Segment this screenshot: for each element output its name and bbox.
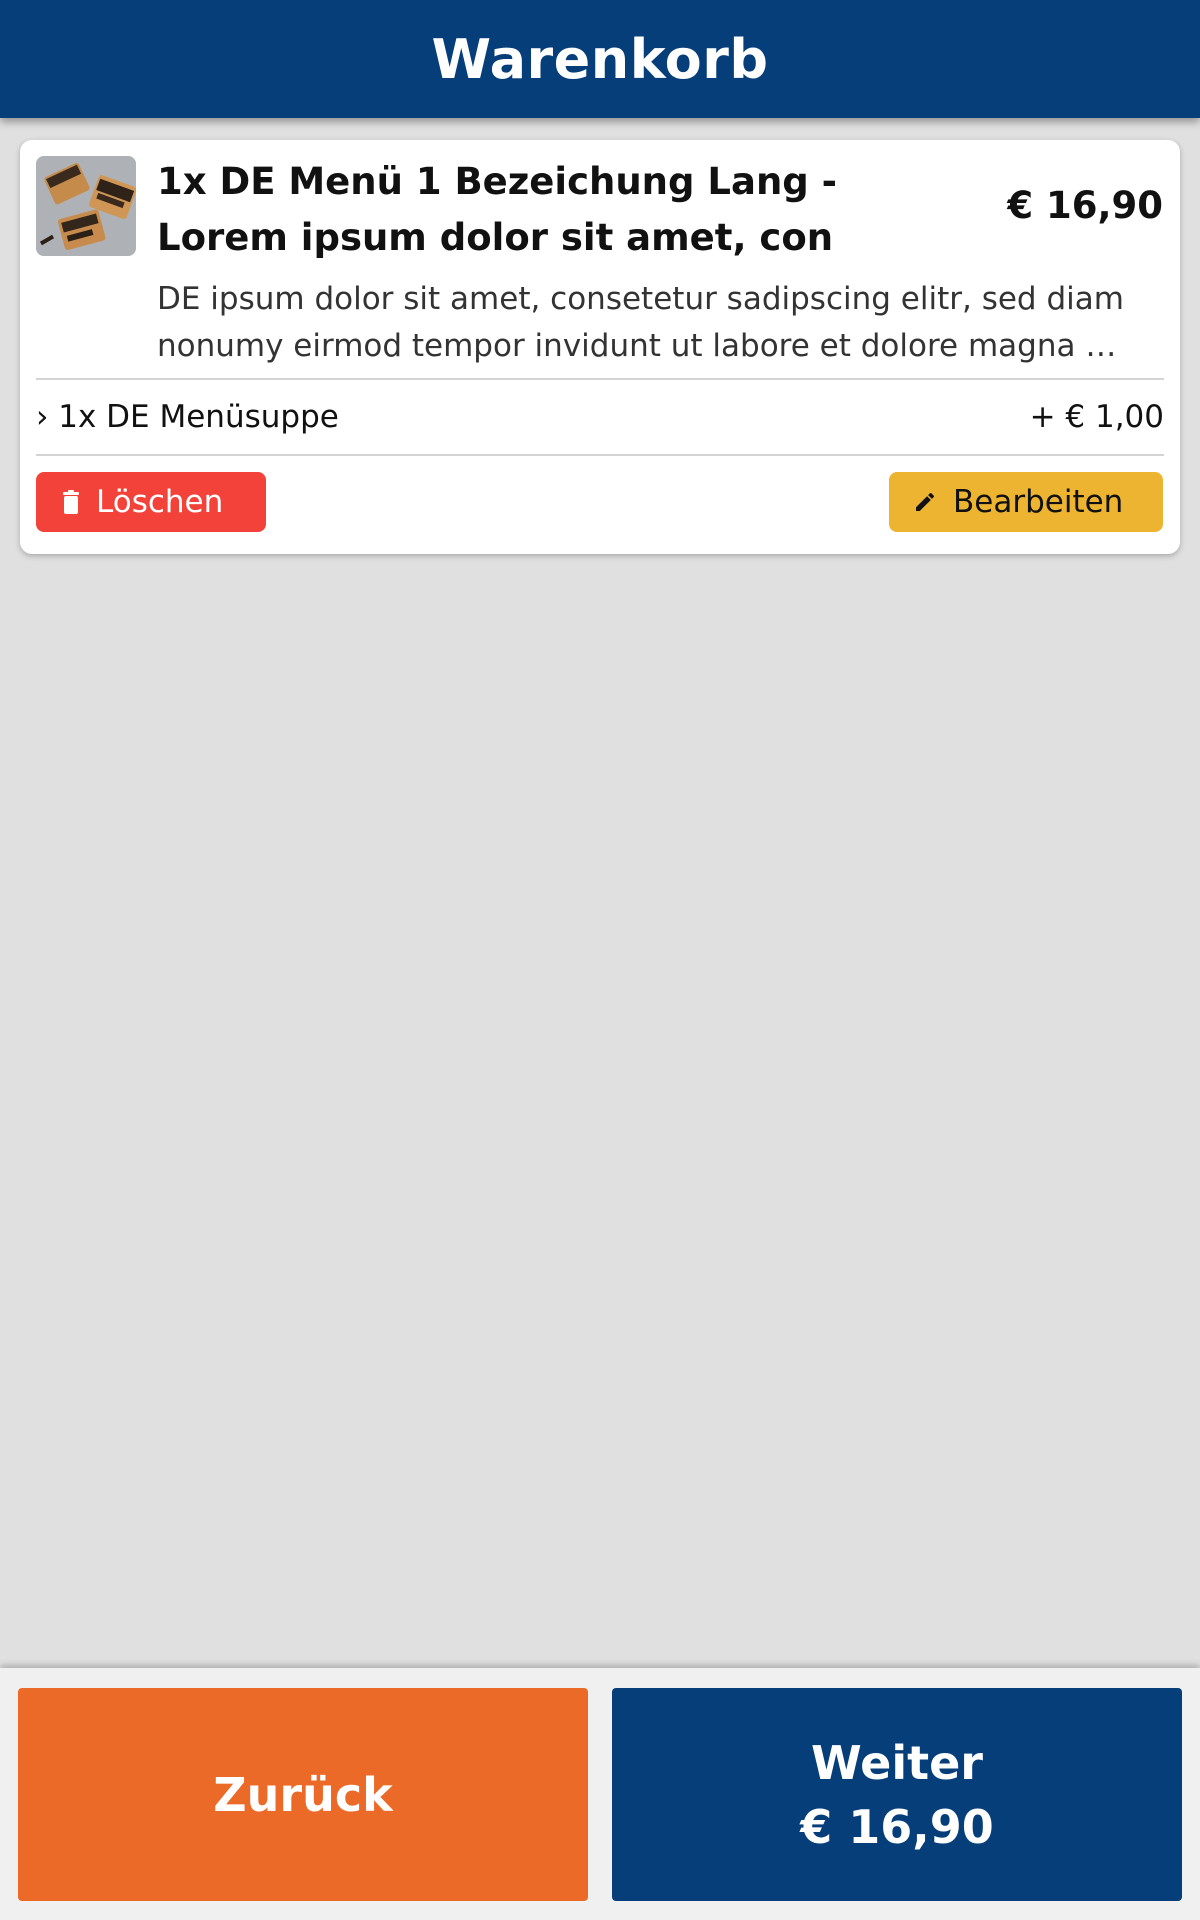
- back-button-label: Zurück: [213, 1767, 393, 1822]
- next-button-total: € 16,90: [800, 1799, 994, 1854]
- item-description-line-1: DE ipsum dolor sit amet, consetetur sadi…: [157, 281, 1124, 317]
- divider: [36, 454, 1164, 456]
- sub-item-row: › 1x DE Menüsuppe + € 1,00: [36, 380, 1164, 454]
- cart-item-card: 1x DE Menü 1 Bezeichung Lang - Lorem ips…: [20, 140, 1180, 554]
- next-button-label: Weiter: [811, 1735, 983, 1790]
- item-price: € 16,90: [1007, 184, 1163, 227]
- sub-item-price: + € 1,00: [1029, 399, 1164, 435]
- product-image: [36, 156, 136, 256]
- item-description-line-2: nonumy eirmod tempor invidunt ut labore …: [157, 328, 1117, 364]
- product-image-graphic: [36, 156, 136, 256]
- back-button[interactable]: Zurück: [18, 1688, 588, 1901]
- next-button[interactable]: Weiter € 16,90: [612, 1688, 1182, 1901]
- trash-icon: [62, 490, 80, 514]
- edit-button[interactable]: Bearbeiten: [889, 472, 1163, 532]
- item-title: 1x DE Menü 1 Bezeichung Lang - Lorem ips…: [157, 160, 838, 259]
- delete-button[interactable]: Löschen: [36, 472, 266, 532]
- pencil-icon: [913, 490, 937, 514]
- edit-button-label: Bearbeiten: [953, 484, 1124, 520]
- footer-bar: Zurück Weiter € 16,90: [0, 1668, 1200, 1920]
- delete-button-label: Löschen: [96, 484, 224, 520]
- sub-item-label: › 1x DE Menüsuppe: [36, 399, 339, 435]
- page-title: Warenkorb: [431, 27, 769, 91]
- item-description: DE ipsum dolor sit amet, consetetur sadi…: [157, 276, 1167, 370]
- app-header: Warenkorb: [0, 0, 1200, 118]
